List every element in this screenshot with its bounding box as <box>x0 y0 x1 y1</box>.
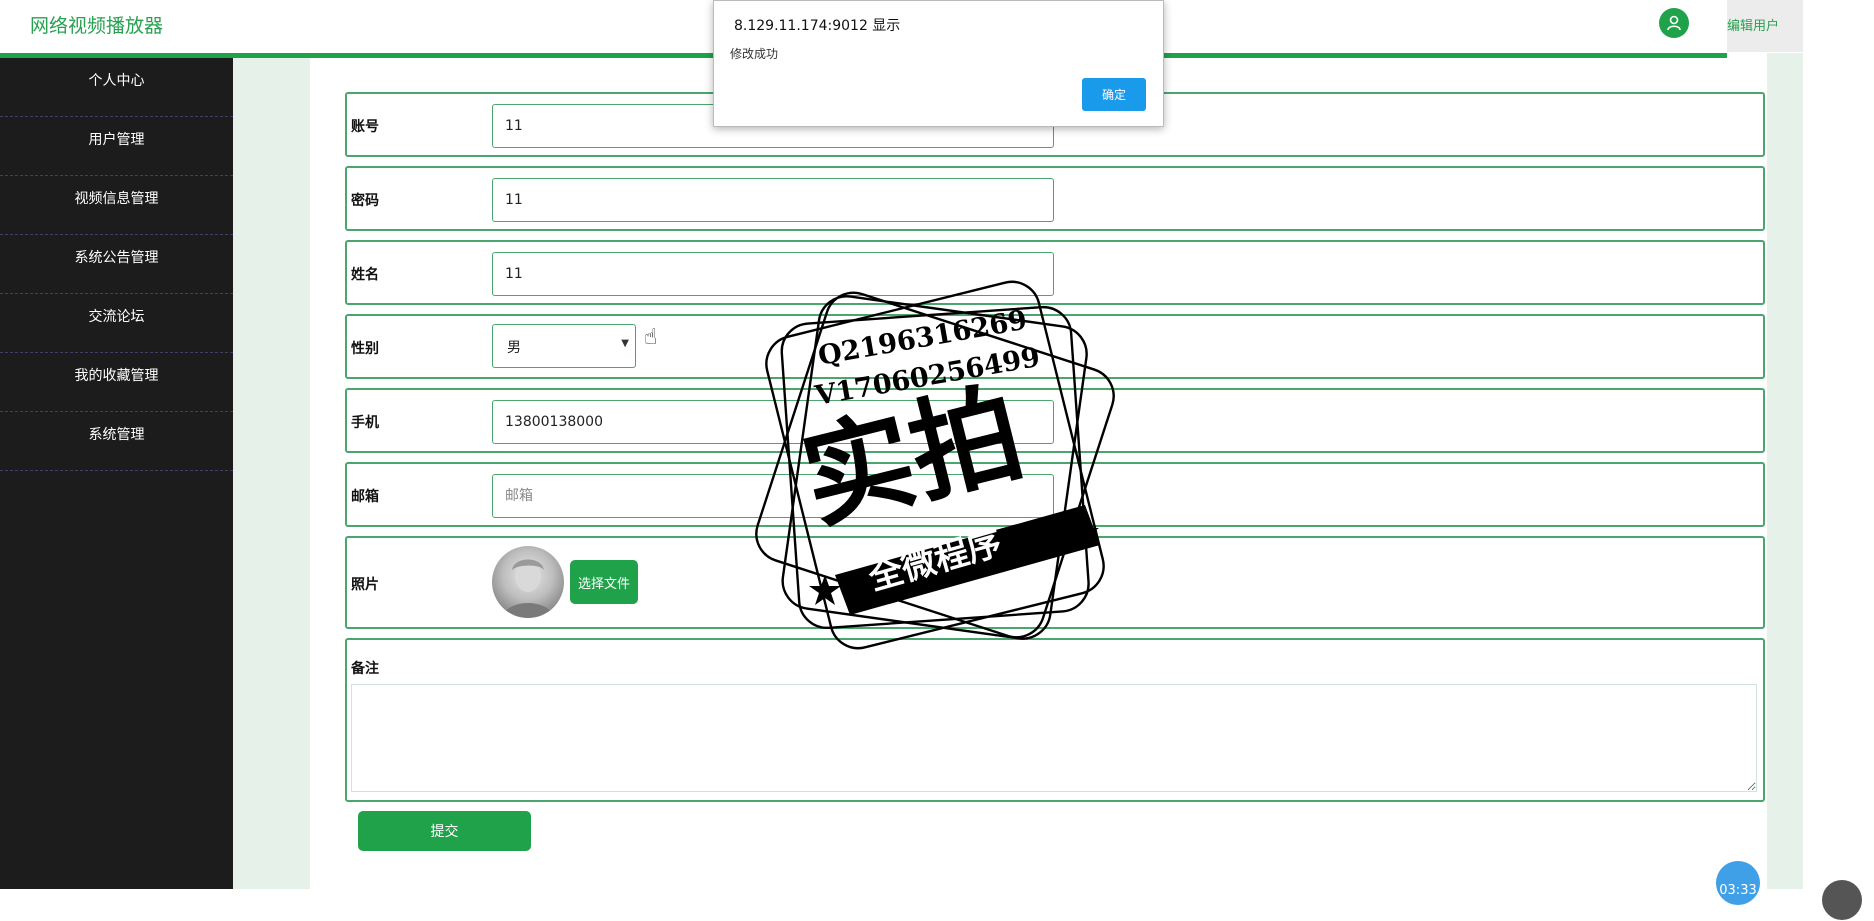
gender-label: 性别 <box>351 341 379 357</box>
password-input[interactable] <box>492 178 1054 222</box>
password-label: 密码 <box>351 193 379 209</box>
sidebar-item-forum[interactable]: 交流论坛 <box>0 294 233 353</box>
edit-user-label: 编辑用户 <box>1727 19 1780 34</box>
sidebar-item-announcement-management[interactable]: 系统公告管理 <box>0 235 233 294</box>
form-row-phone: 手机 <box>345 388 1765 453</box>
dialog-ok-button[interactable]: 确定 <box>1082 78 1146 111</box>
phone-label: 手机 <box>351 415 379 431</box>
right-margin <box>1803 0 1874 889</box>
alert-dialog: 8.129.11.174:9012 显示 修改成功 确定 <box>713 0 1164 127</box>
right-gutter <box>1767 53 1803 889</box>
hand-cursor-icon: ☝ <box>644 325 658 350</box>
sidebar: 个人中心 用户管理 视频信息管理 系统公告管理 交流论坛 我的收藏管理 系统管理 <box>0 58 233 889</box>
app-title: 网络视频播放器 <box>30 15 164 37</box>
gender-selected-value: 男 <box>507 340 521 356</box>
name-label: 姓名 <box>351 267 379 283</box>
edit-user-link[interactable]: 编辑用户 <box>1727 0 1803 52</box>
remark-textarea[interactable] <box>351 684 1757 792</box>
timer-badge: 03:33 <box>1716 861 1760 905</box>
sidebar-item-user-management[interactable]: 用户管理 <box>0 117 233 176</box>
email-input[interactable] <box>492 474 1054 518</box>
sidebar-item-video-management[interactable]: 视频信息管理 <box>0 176 233 235</box>
choose-file-button[interactable]: 选择文件 <box>570 560 638 604</box>
sidebar-item-favorites-management[interactable]: 我的收藏管理 <box>0 353 233 412</box>
form-row-gender: 性别 男 ▼ <box>345 314 1765 379</box>
form-row-remark: 备注 <box>345 638 1765 802</box>
user-icon[interactable] <box>1659 8 1689 38</box>
avatar <box>492 546 564 618</box>
scroll-button[interactable] <box>1822 880 1862 920</box>
form-row-email: 邮箱 <box>345 462 1765 527</box>
remark-label: 备注 <box>351 661 379 677</box>
photo-label: 照片 <box>351 577 379 593</box>
sidebar-item-system-management[interactable]: 系统管理 <box>0 412 233 471</box>
chevron-down-icon: ▼ <box>621 338 629 349</box>
dialog-message: 修改成功 <box>730 47 779 61</box>
form-row-photo: 照片 选择文件 <box>345 536 1765 629</box>
form-row-name: 姓名 <box>345 240 1765 305</box>
dialog-title: 8.129.11.174:9012 显示 <box>734 18 901 34</box>
submit-button[interactable]: 提交 <box>358 811 531 851</box>
email-label: 邮箱 <box>351 489 379 505</box>
sidebar-item-personal-center[interactable]: 个人中心 <box>0 58 233 117</box>
form-row-password: 密码 <box>345 166 1765 231</box>
gender-select[interactable]: 男 ▼ <box>492 324 636 368</box>
phone-input[interactable] <box>492 400 1054 444</box>
account-label: 账号 <box>351 119 379 135</box>
name-input[interactable] <box>492 252 1054 296</box>
